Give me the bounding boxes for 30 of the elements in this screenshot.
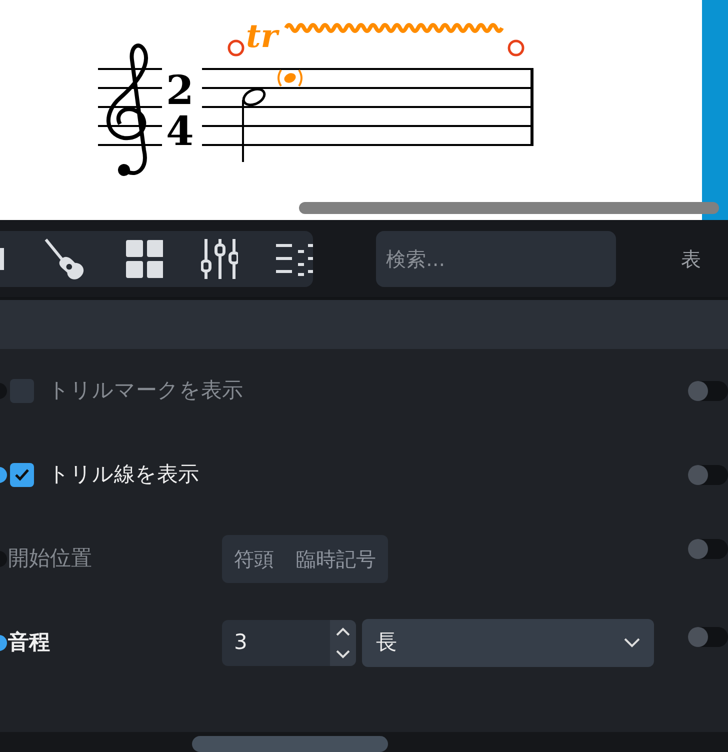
trill-mark: tr — [246, 17, 278, 55]
mixer-icon[interactable] — [201, 238, 238, 278]
checkbox[interactable] — [10, 463, 34, 487]
toggle-switch[interactable] — [688, 627, 728, 647]
view-label[interactable]: 表 — [681, 244, 701, 274]
grid-icon[interactable] — [126, 240, 164, 278]
horizontal-scrollbar[interactable] — [192, 736, 388, 752]
list-icon[interactable] — [276, 242, 313, 276]
checkbox[interactable] — [10, 379, 34, 403]
trill-note-icon — [278, 70, 302, 86]
toggle-switch[interactable] — [688, 539, 728, 559]
quality-select[interactable]: 長 — [362, 619, 654, 667]
toggle-switch[interactable] — [688, 465, 728, 485]
segment-option[interactable]: 符頭 — [234, 544, 274, 574]
treble-clef-icon — [106, 44, 148, 176]
search-field[interactable]: 検索... — [376, 230, 616, 286]
chevron-down-icon — [624, 638, 640, 648]
horizontal-scrollbar[interactable] — [299, 202, 719, 214]
number-field[interactable]: 3 — [222, 620, 356, 666]
property-label: 開始位置 — [8, 545, 92, 572]
start-handle[interactable] — [228, 40, 244, 56]
toggle-switch[interactable] — [688, 381, 728, 401]
half-note-icon — [242, 88, 266, 162]
check-icon — [15, 469, 29, 481]
partial-icon[interactable] — [0, 248, 4, 270]
property-label: トリルマークを表示 — [48, 377, 243, 404]
segment-option[interactable]: 臨時記号 — [296, 544, 376, 574]
end-handle[interactable] — [508, 40, 524, 56]
property-label: 音程 — [8, 629, 50, 656]
property-label: トリル線を表示 — [48, 461, 199, 488]
